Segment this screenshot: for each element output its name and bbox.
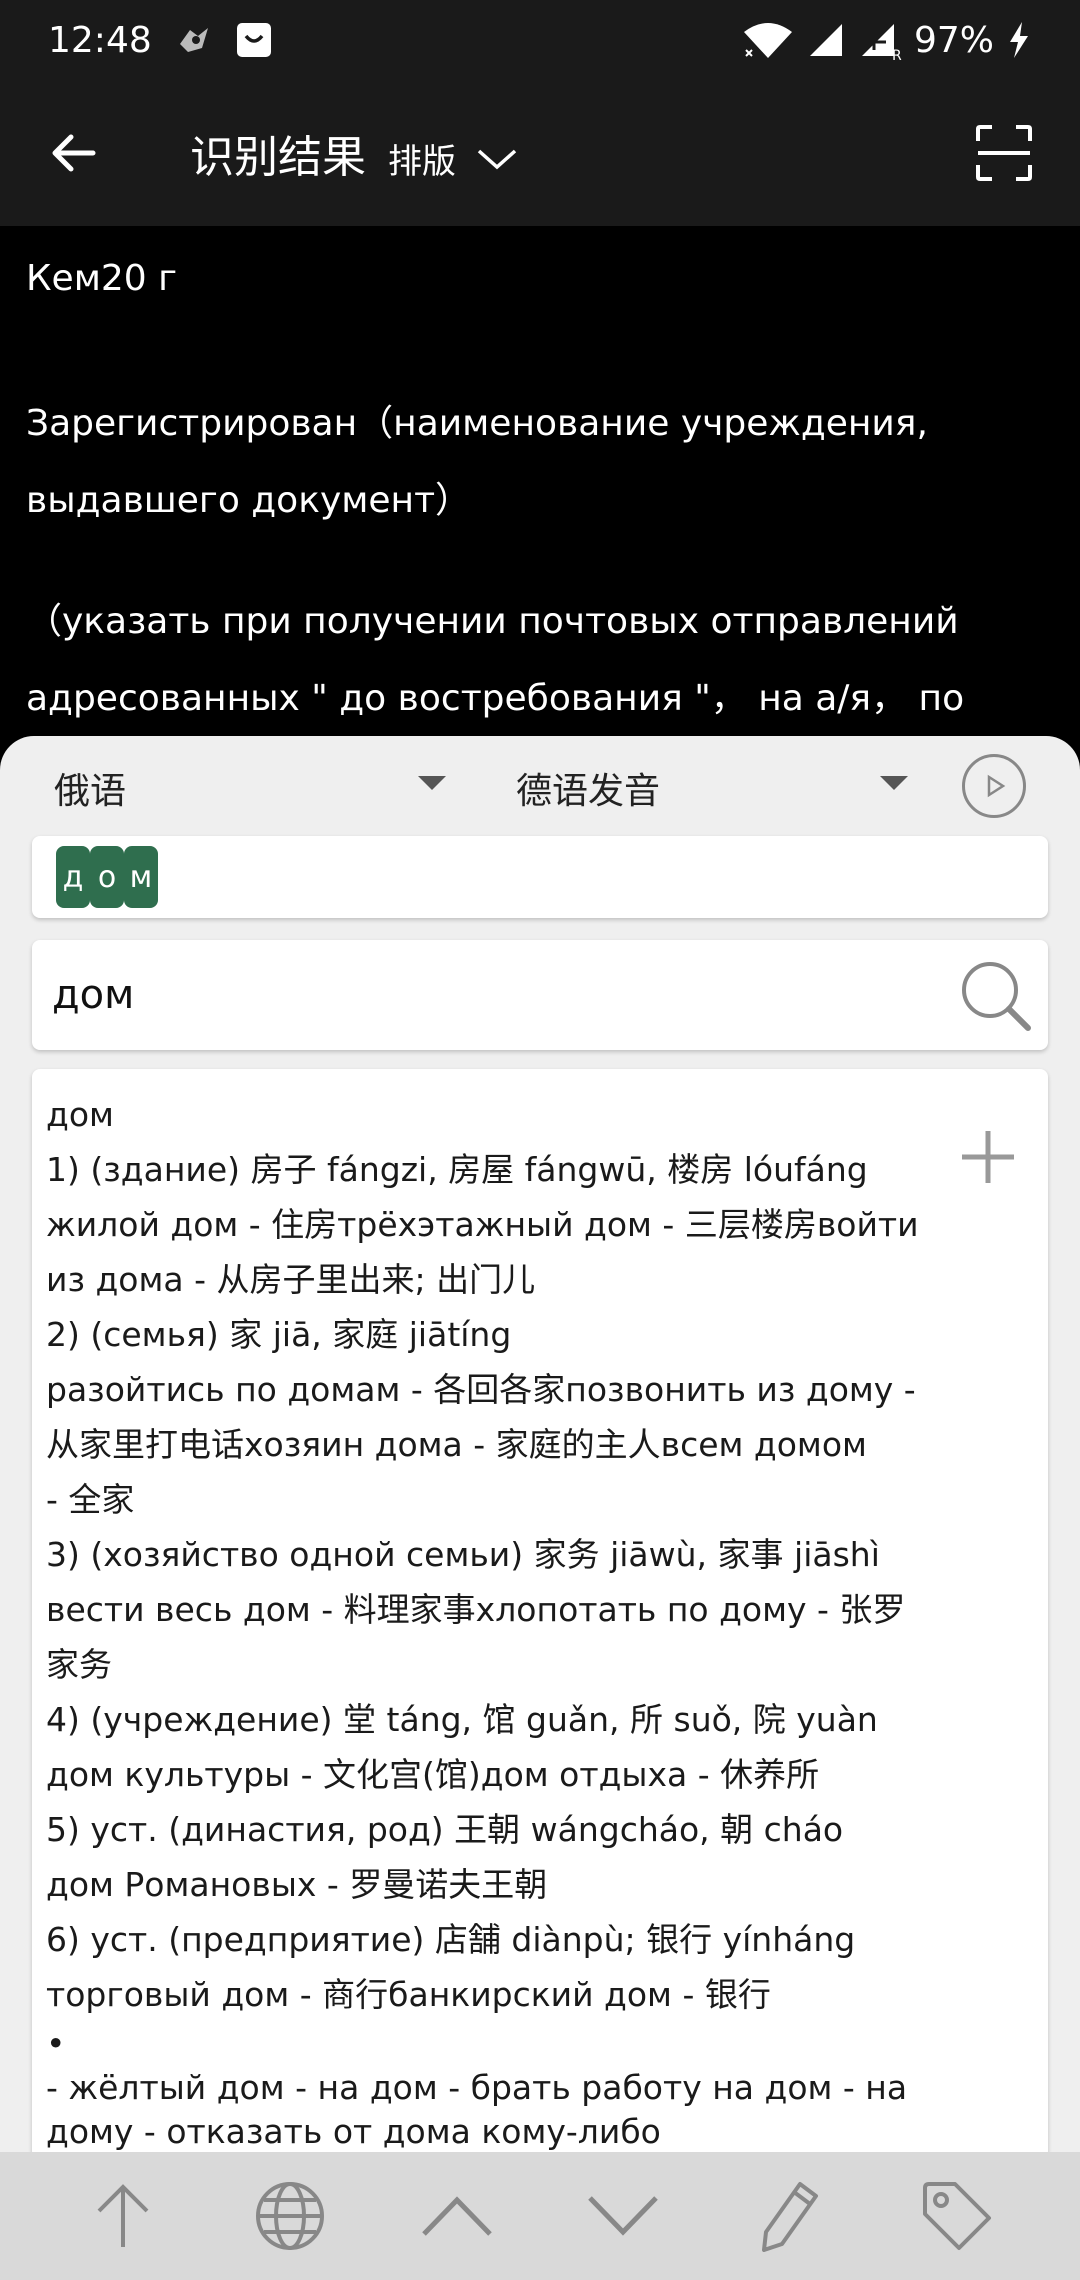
tag-button[interactable]	[912, 2171, 1002, 2261]
toolbar: 识别结果 排版	[0, 80, 1080, 226]
ocr-line: адресованных " до востребования "， на а/…	[26, 678, 965, 719]
arrow-up-icon	[97, 2184, 149, 2247]
ocr-result-text[interactable]: Кем20 г Зарегистрирован（наименование учр…	[0, 226, 1080, 746]
result-line: дом культуры - 文化宫(馆)дом отдыха - 休养所	[46, 1755, 820, 1794]
scroll-top-button[interactable]	[78, 2171, 168, 2261]
result-line: торговый дом - 商行банкирский дом - 银行	[46, 1975, 771, 2014]
result-line: 1) (здание) 房子 fángzi, 房屋 fángwū, 楼房 lóu…	[46, 1150, 868, 1189]
back-button[interactable]	[0, 80, 146, 226]
bottom-toolbar	[0, 2152, 1080, 2280]
ocr-line: Зарегистрирован（наименование учреждения,	[26, 403, 928, 444]
ocr-line: выдавшего документ）	[26, 480, 472, 521]
source-language-select[interactable]: 俄语	[54, 762, 126, 814]
translate-web-button[interactable]	[245, 2171, 335, 2261]
status-bar: 12:48 R 97%	[0, 0, 1080, 80]
letter-token[interactable]: м	[124, 846, 158, 908]
arrow-left-icon	[52, 134, 96, 172]
pencil-icon	[761, 2182, 818, 2252]
bird-app-icon	[179, 28, 208, 52]
layout-dropdown[interactable]	[476, 145, 518, 173]
result-line: 5) уст. (династия, род) 王朝 wángcháo, 朝 c…	[46, 1810, 844, 1849]
shopping-bag-icon	[236, 23, 271, 57]
charging-icon	[1010, 22, 1028, 58]
dictionary-panel: 俄语 德语发音 д о м дом 1) (здание) 房子 fángzi,…	[0, 736, 1080, 2152]
result-line: дому - отказать от дома кому-либо	[46, 2112, 661, 2151]
tag-icon	[922, 2182, 991, 2250]
plus-icon[interactable]	[956, 1125, 1020, 1189]
ocr-line: Кем20 г	[26, 258, 178, 299]
result-line: 2) (семья) 家 jiā, 家庭 jiātíng	[46, 1315, 512, 1354]
chevron-down-icon	[477, 149, 517, 170]
result-line: дом	[46, 1095, 114, 1134]
result-line: дом Романовых - 罗曼诺夫王朝	[46, 1865, 548, 1904]
signal-icon	[809, 24, 842, 56]
svg-text:R: R	[892, 48, 902, 60]
pronunciation-dropdown-arrow-icon[interactable]	[880, 776, 908, 790]
result-line: вести весь дом - 料理家事хлопотать по дому -…	[46, 1590, 906, 1629]
layout-label[interactable]: 排版	[388, 134, 456, 183]
edit-button[interactable]	[745, 2171, 835, 2261]
ocr-paragraph: Зарегистрирован（наименование учреждения,…	[26, 385, 1054, 539]
result-line: 6) уст. (предприятие) 店舗 diànpù; 银行 yính…	[46, 1920, 856, 1959]
search-icon[interactable]	[958, 958, 1034, 1034]
signal-roaming-icon: R	[861, 24, 902, 60]
source-dropdown-arrow-icon[interactable]	[418, 776, 446, 790]
pronunciation-language-select[interactable]: 德语发音	[516, 762, 660, 814]
result-line: 3) (хозяйство одной семьи) 家务 jiāwù, 家事 …	[46, 1535, 880, 1574]
chevron-down-icon	[588, 2196, 659, 2236]
scan-frame-icon	[976, 125, 1032, 181]
ocr-paragraph: （указать при получении почтовых отправле…	[26, 583, 1054, 737]
search-bar	[32, 940, 1048, 1050]
result-line: 家务	[46, 1645, 112, 1684]
result-line: из дома - 从房子里出来; 出门儿	[46, 1260, 536, 1299]
previous-button[interactable]	[412, 2171, 502, 2261]
result-line: - 全家	[46, 1480, 135, 1519]
result-line: жилой дом - 住房трёхэтажный дом - 三层楼房войт…	[46, 1205, 919, 1244]
notification-icons	[174, 20, 274, 60]
result-line: 4) (учреждение) 堂 táng, 馆 guǎn, 所 suǒ, 院…	[46, 1700, 878, 1739]
dictionary-result[interactable]: дом 1) (здание) 房子 fángzi, 房屋 fángwū, 楼房…	[32, 1069, 1048, 2152]
result-line: •	[46, 2024, 66, 2063]
result-line: разойтись по домам - 各回各家позвонить из до…	[46, 1370, 916, 1409]
letter-tokens-box: д о м	[32, 836, 1048, 918]
globe-icon	[255, 2182, 324, 2250]
play-icon	[987, 774, 1006, 798]
result-line: - жёлтый дом - на дом - брать работу на …	[46, 2068, 908, 2107]
ocr-line: （указать при получении почтовых отправле…	[26, 601, 959, 642]
next-button[interactable]	[578, 2171, 668, 2261]
system-icons: R 97%	[742, 20, 1032, 61]
result-line: 从家里打电话хозяин дома - 家庭的主人всем домом	[46, 1425, 867, 1464]
ocr-paragraph: Кем20 г	[26, 240, 1054, 317]
scan-button[interactable]	[964, 113, 1044, 193]
search-input[interactable]	[52, 972, 952, 1018]
letter-token[interactable]: о	[90, 846, 124, 908]
letter-token[interactable]: д	[56, 846, 90, 908]
status-time: 12:48	[48, 19, 152, 61]
page-title: 识别结果	[190, 132, 366, 183]
play-pronunciation-button[interactable]	[962, 754, 1026, 818]
language-row: 俄语 德语发音	[0, 736, 1080, 836]
chevron-up-icon	[421, 2196, 492, 2236]
wifi-icon	[743, 23, 792, 58]
battery-percent: 97%	[913, 19, 994, 61]
